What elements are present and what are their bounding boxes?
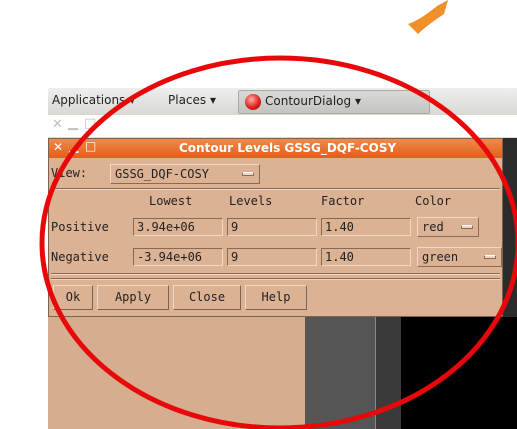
positive-levels-field[interactable]: 9 [227,218,317,236]
dialog-minimize-icon[interactable]: ▁ [69,139,78,153]
contour-levels-dialog: ✕ ▁ □ Contour Levels GSSG_DQF-COSY View:… [48,138,503,317]
top-panel: Applications ▾ Places ▾ ContourDialog ▾ [48,88,517,116]
positive-color-select[interactable]: red [417,217,479,237]
app-icon [245,94,261,110]
dialog-titlebar[interactable]: ✕ ▁ □ Contour Levels GSSG_DQF-COSY [49,139,502,158]
view-label: View: [51,166,88,180]
close-button[interactable]: Close [173,285,241,310]
separator [51,188,500,190]
dialog-close-icon[interactable]: ✕ [53,140,63,154]
positive-label: Positive [51,220,109,234]
positive-factor-field[interactable]: 1.40 [321,218,411,236]
dialog-title: Contour Levels GSSG_DQF-COSY [179,141,397,155]
background-window-titlebar: ✕ ▁ □ [48,115,517,138]
spectrum-canvas [401,317,517,429]
taskbar-label: ContourDialog ▾ [265,94,361,108]
help-button[interactable]: Help [245,285,307,310]
option-menu-indicator-icon [461,225,473,229]
negative-factor-field[interactable]: 1.40 [321,248,411,266]
separator [51,273,500,275]
separator [51,278,500,280]
apply-button[interactable]: Apply [97,285,169,310]
places-menu[interactable]: Places ▾ [168,93,216,107]
negative-label: Negative [51,250,109,264]
negative-lowest-field[interactable]: -3.94e+06 [133,248,223,266]
spectrum-panel-divider [375,317,402,429]
close-icon[interactable]: ✕ [52,117,63,132]
column-header-color: Color [415,194,452,208]
dialog-maximize-icon[interactable]: □ [85,139,96,153]
option-menu-indicator-icon [242,172,254,176]
minimize-icon[interactable]: ▁ [68,116,78,131]
positive-color-value: red [422,220,444,234]
view-select-value: GSSG_DQF-COSY [115,167,209,181]
ok-button[interactable]: Ok [53,285,93,310]
taskbar-contour-dialog[interactable]: ContourDialog ▾ [238,90,430,114]
positive-lowest-field[interactable]: 3.94e+06 [133,218,223,236]
negative-levels-field[interactable]: 9 [227,248,317,266]
column-header-levels: Levels [229,194,273,208]
option-menu-indicator-icon [484,255,496,259]
maximize-icon[interactable]: □ [84,116,96,131]
column-header-factor: Factor [321,194,365,208]
spectrum-panel-gray [305,317,375,429]
view-select[interactable]: GSSG_DQF-COSY [110,164,260,184]
column-header-lowest: Lowest [149,194,193,208]
applications-menu[interactable]: Applications ▾ [52,93,135,107]
negative-color-select[interactable]: green [417,247,502,267]
negative-color-value: green [422,250,459,264]
background-canvas-edge [503,138,517,317]
